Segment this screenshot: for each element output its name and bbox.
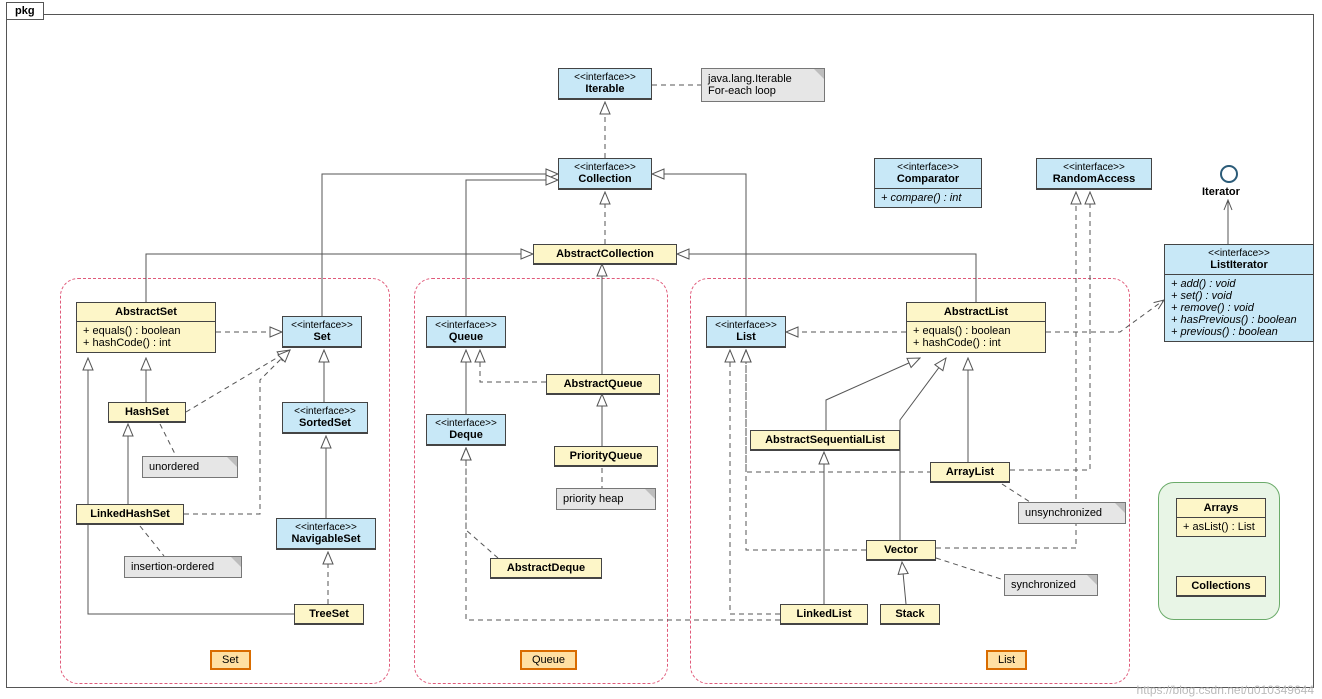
interface-collection: <<interface>>Collection [558, 158, 652, 190]
class-arraylist: ArrayList [930, 462, 1010, 483]
watermark: https://blog.csdn.net/u010349644 [1137, 683, 1314, 697]
tag-list: List [986, 650, 1027, 670]
interface-navigableset: <<interface>>NavigableSet [276, 518, 376, 550]
iterator-ring-icon [1220, 165, 1238, 183]
interface-list: <<interface>>List [706, 316, 786, 348]
class-stack: Stack [880, 604, 940, 625]
label-iterator: Iterator [1202, 186, 1240, 198]
note-unordered: unordered [142, 456, 238, 478]
class-abstractqueue: AbstractQueue [546, 374, 660, 395]
note-insertion-ordered: insertion-ordered [124, 556, 242, 578]
class-priorityqueue: PriorityQueue [554, 446, 658, 467]
class-treeset: TreeSet [294, 604, 364, 625]
class-linkedhashset: LinkedHashSet [76, 504, 184, 525]
interface-sortedset: <<interface>>SortedSet [282, 402, 368, 434]
interface-queue: <<interface>>Queue [426, 316, 506, 348]
package-tab: pkg [6, 2, 44, 20]
note-priority-heap: priority heap [556, 488, 656, 510]
class-abstractdeque: AbstractDeque [490, 558, 602, 579]
class-linkedlist: LinkedList [780, 604, 868, 625]
interface-iterable: <<interface>>Iterable [558, 68, 652, 100]
note-iterable: java.lang.IterableFor-each loop [701, 68, 825, 102]
tag-set: Set [210, 650, 251, 670]
interface-set: <<interface>>Set [282, 316, 362, 348]
class-collections: Collections [1176, 576, 1266, 597]
class-abstractcollection: AbstractCollection [533, 244, 677, 265]
interface-listiterator: <<interface>>ListIterator + add() : void… [1164, 244, 1314, 342]
interface-deque: <<interface>>Deque [426, 414, 506, 446]
class-vector: Vector [866, 540, 936, 561]
class-abstractsequentiallist: AbstractSequentialList [750, 430, 900, 451]
interface-randomaccess: <<interface>>RandomAccess [1036, 158, 1152, 190]
class-hashset: HashSet [108, 402, 186, 423]
interface-comparator: <<interface>>Comparator + compare() : in… [874, 158, 982, 208]
class-abstractset: AbstractSet + equals() : boolean+ hashCo… [76, 302, 216, 353]
class-abstractlist: AbstractList + equals() : boolean+ hashC… [906, 302, 1046, 353]
uml-diagram: pkg Iterator <<interface>>Iterable java.… [0, 0, 1322, 699]
class-arrays: Arrays + asList() : List [1176, 498, 1266, 537]
note-unsynchronized: unsynchronized [1018, 502, 1126, 524]
tag-queue: Queue [520, 650, 577, 670]
note-synchronized: synchronized [1004, 574, 1098, 596]
